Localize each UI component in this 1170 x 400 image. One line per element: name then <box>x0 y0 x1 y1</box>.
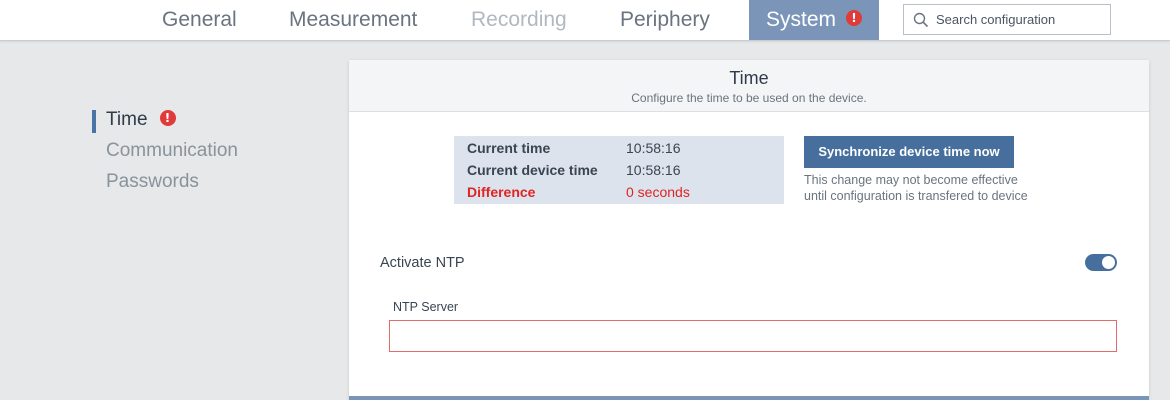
sidebar-item-communication[interactable]: Communication <box>106 140 238 162</box>
card-header: Time Configure the time to be used on th… <box>349 60 1149 112</box>
sidebar-item-passwords[interactable]: Passwords <box>106 171 199 193</box>
sync-note: This change may not become effective unt… <box>804 173 1028 203</box>
active-item-marker <box>92 110 96 133</box>
difference-value: 0 seconds <box>626 184 690 200</box>
ntp-server-input[interactable] <box>389 320 1117 352</box>
tab-periphery[interactable]: Periphery <box>620 0 710 40</box>
search-box[interactable] <box>903 4 1111 35</box>
search-input[interactable] <box>936 5 1106 34</box>
device-time-label: Current device time <box>467 162 598 178</box>
tab-recording: Recording <box>471 8 567 31</box>
tab-system-label: System <box>766 8 837 31</box>
card-subtitle: Configure the time to be used on the dev… <box>631 91 867 105</box>
device-time-value: 10:58:16 <box>626 162 681 178</box>
time-settings-card: Time Configure the time to be used on th… <box>349 60 1149 400</box>
alert-icon: ! <box>159 109 176 126</box>
activate-ntp-label: Activate NTP <box>380 255 465 271</box>
difference-label: Difference <box>467 184 536 200</box>
ntp-toggle[interactable] <box>1085 254 1117 271</box>
sidebar-item-label: Time <box>106 109 148 130</box>
tab-system[interactable]: System! <box>749 0 879 40</box>
toggle-knob <box>1102 256 1115 269</box>
alert-icon: ! <box>846 10 863 27</box>
card-title: Time <box>729 68 769 88</box>
search-icon <box>913 12 929 28</box>
tab-measurement[interactable]: Measurement <box>289 0 417 40</box>
sidebar-item-time[interactable]: Time! <box>106 109 176 131</box>
current-time-label: Current time <box>467 140 551 156</box>
current-time-value: 10:58:16 <box>626 140 681 156</box>
time-comparison-panel: Current time 10:58:16 Current device tim… <box>454 136 784 204</box>
top-navigation: General Measurement Recording Periphery … <box>0 0 1170 41</box>
ntp-server-label: NTP Server <box>393 300 459 314</box>
synchronize-time-button[interactable]: Synchronize device time now <box>804 136 1014 168</box>
tab-general[interactable]: General <box>162 0 237 40</box>
